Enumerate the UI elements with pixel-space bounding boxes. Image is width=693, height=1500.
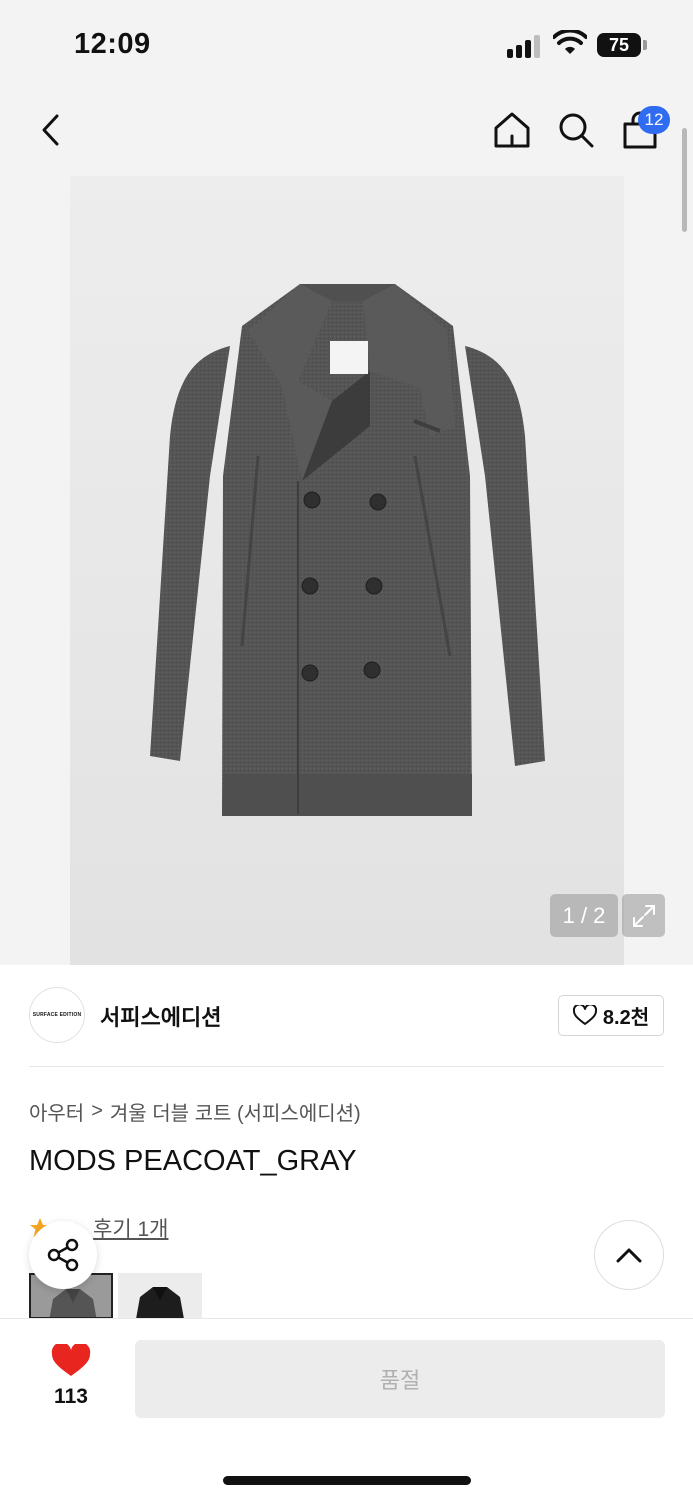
- divider: [29, 1066, 664, 1067]
- status-time: 12:09: [74, 28, 151, 60]
- search-icon: [559, 113, 594, 148]
- search-button[interactable]: [550, 104, 602, 156]
- brand-like-count: 8.2천: [602, 1007, 650, 1029]
- home-button[interactable]: [486, 104, 538, 156]
- expand-image-button[interactable]: [622, 894, 665, 937]
- image-counter: 1 / 2: [550, 894, 618, 937]
- sold-out-button[interactable]: 품절: [135, 1340, 665, 1418]
- breadcrumb-category[interactable]: 아우터: [29, 1097, 84, 1126]
- color-thumb-black[interactable]: [118, 1273, 202, 1319]
- battery-indicator: 75: [597, 33, 641, 57]
- brand-logo[interactable]: SURFACE EDITION: [29, 987, 85, 1043]
- wifi-icon: [553, 30, 587, 54]
- review-link[interactable]: 후기 1개: [93, 1213, 168, 1243]
- favorite-button[interactable]: [50, 1342, 92, 1378]
- favorite-count: 113: [54, 1385, 88, 1408]
- peacoat-image: [150, 284, 545, 816]
- home-icon: [494, 112, 530, 148]
- black-coat-thumbnail: [118, 1273, 202, 1319]
- scrollbar[interactable]: [682, 128, 687, 232]
- home-indicator[interactable]: [223, 1476, 471, 1485]
- back-button[interactable]: [24, 104, 76, 156]
- brand-like-button[interactable]: 8.2천: [558, 995, 664, 1036]
- heart-filled-icon: [51, 1342, 91, 1376]
- signal-icon: [507, 34, 543, 58]
- breadcrumb-subcategory[interactable]: 겨울 더블 코트 (서피스에디션): [110, 1097, 361, 1126]
- brand-name[interactable]: 서피스에디션: [100, 1000, 221, 1032]
- battery-tip: [643, 40, 647, 50]
- scroll-to-top-button[interactable]: [594, 1220, 664, 1290]
- status-bar: 12:09 75: [0, 0, 693, 90]
- product-title: MODS PEACOAT_GRAY: [29, 1145, 357, 1177]
- expand-icon: [632, 904, 655, 927]
- breadcrumb: 아우터 > 겨울 더블 코트 (서피스에디션): [29, 1097, 361, 1126]
- heart-outline-icon: [572, 1005, 597, 1025]
- share-icon: [47, 1238, 79, 1272]
- chevron-up-icon: [616, 1248, 642, 1263]
- breadcrumb-separator: >: [91, 1100, 103, 1122]
- cart-count-badge: 12: [638, 106, 670, 134]
- share-button[interactable]: [29, 1221, 97, 1289]
- product-image[interactable]: [70, 176, 624, 965]
- chevron-left-icon: [42, 114, 59, 146]
